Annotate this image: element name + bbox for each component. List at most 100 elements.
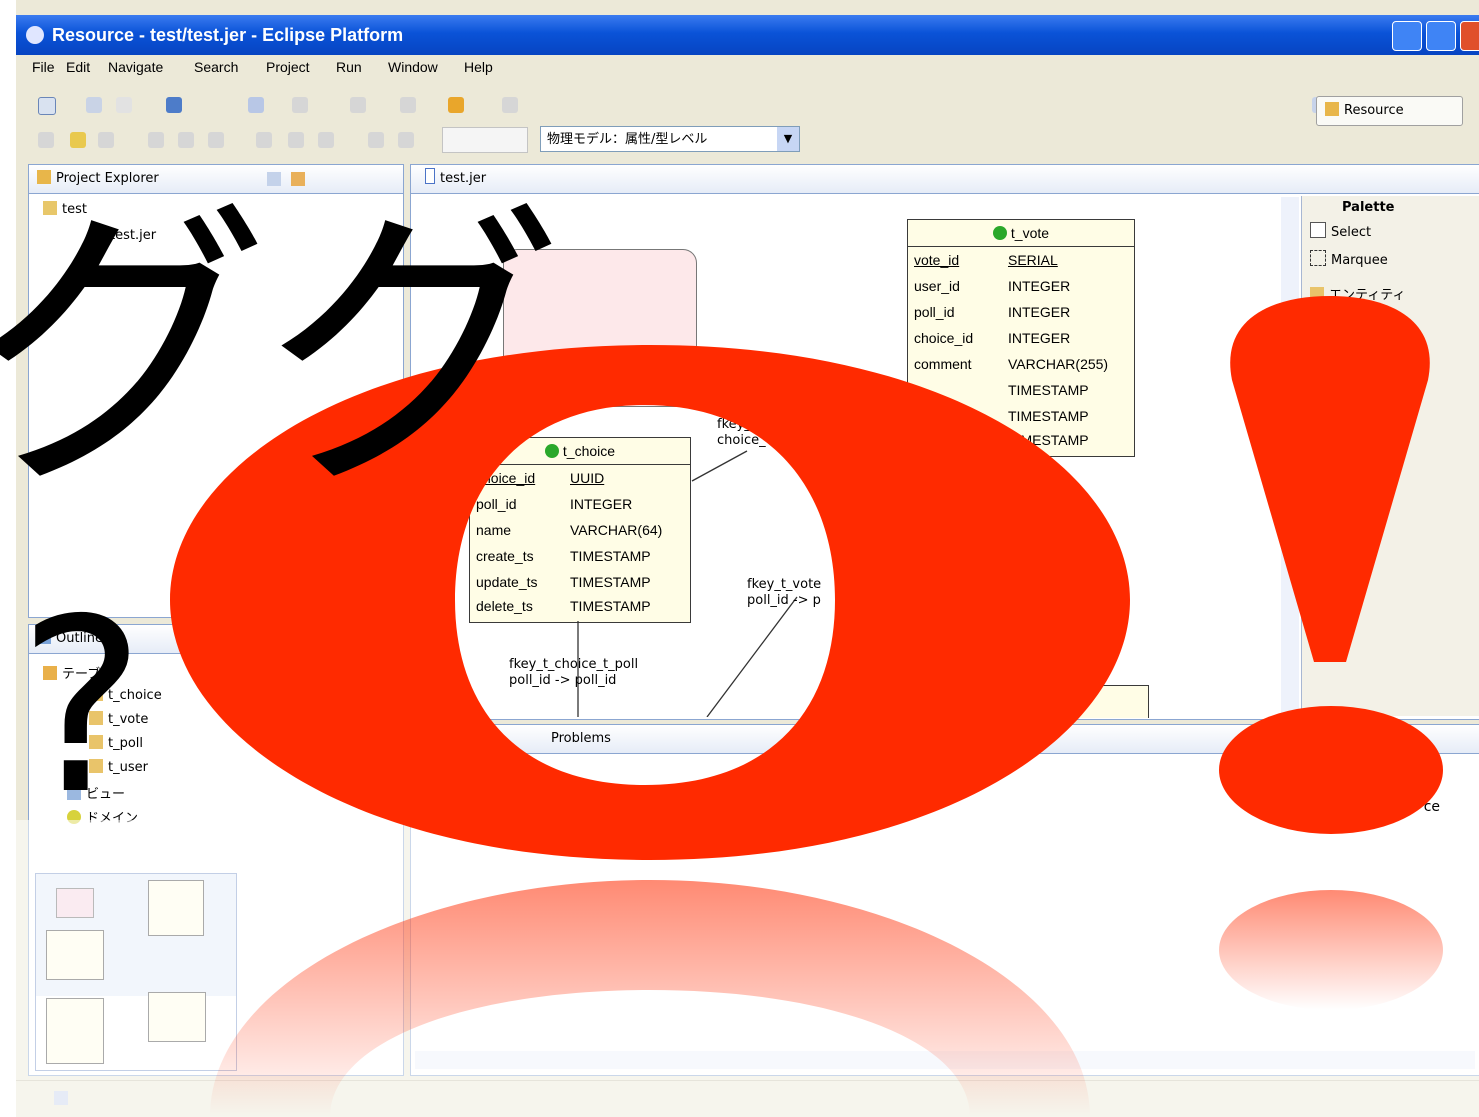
minimize-button[interactable] [1392, 21, 1422, 51]
editor-tabbar: test.jer [411, 165, 1479, 194]
history-icon[interactable] [502, 97, 518, 113]
relation-label-choice-poll: fkey_t_choice_t_poll poll_id -> poll_id [509, 657, 639, 688]
align-left-icon[interactable] [148, 132, 164, 148]
project-folder-icon [43, 201, 57, 215]
tab-project-explorer[interactable]: Project Explorer [56, 171, 159, 186]
table-folder-icon [43, 666, 57, 680]
vertical-scrollbar[interactable] [1281, 197, 1299, 713]
forward-icon[interactable] [448, 97, 464, 113]
close-button[interactable] [1460, 21, 1479, 51]
problems-tabbar: Problems [411, 725, 1479, 754]
entity-partial[interactable] [1031, 685, 1149, 718]
prev-annotation-icon[interactable] [292, 97, 308, 113]
outline-item-t-vote[interactable]: t_vote [89, 711, 148, 727]
palette-drawer-entity[interactable]: エンティティ [1310, 284, 1405, 303]
window-title: Resource - test/test.jer - Eclipse Platf… [52, 25, 404, 45]
zoom-out-icon[interactable] [398, 132, 414, 148]
palette-item-marquee[interactable]: Marquee [1310, 250, 1388, 268]
table-icon [89, 711, 103, 725]
relation-label-vote-choice: fkey_t choice_ [717, 417, 766, 448]
back-icon[interactable] [400, 97, 416, 113]
check-icon[interactable] [70, 132, 86, 148]
tab-test-jer[interactable]: test.jer [440, 171, 486, 186]
menu-navigate[interactable]: Navigate [108, 59, 163, 75]
tab-outline[interactable]: Outline [56, 631, 103, 646]
relation-line[interactable] [706, 596, 798, 717]
match-height-icon[interactable] [288, 132, 304, 148]
palette-item-select[interactable]: Select [1310, 222, 1371, 240]
table-icon [89, 759, 103, 773]
project-explorer-view: Project Explorer test test.jer [28, 164, 404, 618]
table-icon [89, 735, 103, 749]
menu-window[interactable]: Window [388, 59, 438, 75]
relation-label-vote-poll: fkey_t_vote poll_id -> p [747, 577, 822, 608]
outline-tabbar: Outline [29, 625, 403, 654]
menu-run[interactable]: Run [336, 59, 362, 75]
link-editor-icon[interactable] [291, 172, 305, 186]
perspective-label: Resource [1344, 103, 1404, 118]
mini-entity [46, 998, 104, 1064]
horizontal-scrollbar[interactable] [415, 1051, 1475, 1069]
table-icon [89, 687, 103, 701]
folder-icon [1310, 287, 1324, 301]
overview-thumbnail[interactable] [35, 873, 237, 1071]
project-explorer-icon [37, 170, 51, 184]
marquee-icon [1310, 250, 1326, 266]
outline-item-t-poll[interactable]: t_poll [89, 735, 143, 751]
menu-help[interactable]: Help [464, 59, 493, 75]
next-annotation-icon[interactable] [350, 97, 366, 113]
menu-bar: File Edit Navigate Search Project Run Wi… [16, 55, 1479, 83]
mini-entity [148, 992, 206, 1042]
outline-icon [37, 630, 51, 644]
search-icon[interactable] [166, 97, 182, 113]
save-icon[interactable] [86, 97, 102, 113]
pointer-icon [1310, 222, 1326, 238]
menu-file[interactable]: File [32, 59, 55, 75]
mini-entity [56, 888, 94, 918]
outline-item-t-user[interactable]: t_user [89, 759, 148, 775]
fast-view-icon[interactable] [54, 1091, 68, 1105]
align-right-icon[interactable] [208, 132, 224, 148]
palette-view: Palette Select Marquee エンティティ [1301, 196, 1479, 716]
delete-icon[interactable] [38, 132, 54, 148]
tree-item-test[interactable]: test [43, 201, 87, 217]
auto-layout-icon[interactable] [318, 132, 334, 148]
file-icon [425, 168, 435, 184]
title-bar: Resource - test/test.jer - Eclipse Platf… [16, 15, 1479, 55]
resource-perspective-icon [1325, 102, 1339, 116]
print-icon[interactable] [116, 97, 132, 113]
perspective-button[interactable]: Resource [1316, 96, 1463, 126]
pin-icon[interactable] [248, 97, 264, 113]
problems-view: Problems ce [410, 724, 1479, 1076]
zoom-combo[interactable] [442, 127, 528, 153]
outline-item-views[interactable]: ビュー [67, 783, 125, 802]
outline-item-domains[interactable]: ドメイン [67, 807, 138, 826]
chevron-down-icon: ▼ [777, 127, 799, 151]
relationship-lines [577, 450, 798, 717]
zoom-in-icon[interactable] [368, 132, 384, 148]
menu-edit[interactable]: Edit [66, 59, 90, 75]
file-icon [95, 225, 105, 241]
menu-search[interactable]: Search [194, 59, 238, 75]
new-icon[interactable] [38, 97, 56, 115]
diagram-canvas[interactable]: t_vote vote_id SERIAL user_id INTEGER poll… [417, 197, 1287, 718]
domain-icon [67, 810, 81, 824]
tab-problems[interactable]: Problems [551, 731, 611, 746]
collapse-all-icon[interactable] [267, 172, 281, 186]
problems-column-header[interactable]: ce [1424, 799, 1440, 815]
model-mode-combo[interactable]: 物理モデル：属性/型レベル ▼ [540, 126, 800, 152]
maximize-button[interactable] [1426, 21, 1456, 51]
toolbar-row-1 [16, 88, 1479, 122]
tree-item-test-jer[interactable]: test.jer [95, 225, 156, 243]
match-width-icon[interactable] [256, 132, 272, 148]
outline-view: Outline テーブル t_choice t_vote t_poll t_us… [28, 624, 404, 1076]
undo-icon[interactable] [98, 132, 114, 148]
view-icon [67, 786, 81, 800]
outline-item-t-choice[interactable]: t_choice [89, 687, 162, 703]
align-center-icon[interactable] [178, 132, 194, 148]
mini-entity [148, 880, 204, 936]
project-explorer-tabbar: Project Explorer [29, 165, 403, 194]
outline-item-tables[interactable]: テーブル [43, 663, 113, 682]
relation-line[interactable] [691, 450, 748, 482]
menu-project[interactable]: Project [266, 59, 310, 75]
